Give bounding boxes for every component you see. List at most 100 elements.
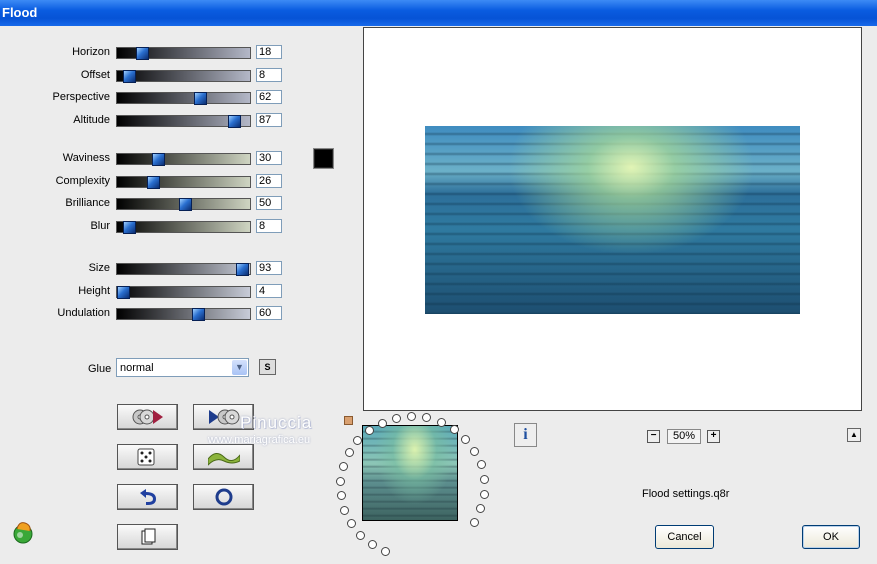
zoom-level: 50% [667, 429, 701, 444]
dial-dot[interactable] [356, 530, 366, 540]
horizon-slider[interactable] [116, 47, 251, 60]
size-slider[interactable] [116, 263, 251, 276]
navigator-handle[interactable] [344, 416, 353, 425]
horizon-value-field[interactable]: 18 [256, 45, 282, 59]
glue-select[interactable]: normal ▼ [116, 358, 249, 377]
window-title: Flood [2, 5, 38, 20]
altitude-slider-thumb[interactable] [227, 114, 241, 128]
ring-icon [215, 488, 233, 506]
filter-logo-icon [13, 522, 33, 544]
complexity-slider[interactable] [116, 175, 251, 189]
brilliance-slider-thumb[interactable] [178, 198, 192, 211]
perspective-value-field[interactable]: 62 [256, 90, 282, 104]
horizon-slider-thumb[interactable] [135, 47, 149, 60]
waviness-label: Waviness [62, 152, 110, 164]
load-preset-button[interactable] [117, 404, 178, 430]
offset-value-field[interactable]: 8 [256, 67, 282, 82]
dial-dot[interactable] [392, 413, 401, 423]
zoom-in-button[interactable]: + [707, 430, 720, 443]
horizon-label: Horizon [72, 46, 110, 58]
zoom-out-button[interactable]: − [647, 430, 660, 443]
brilliance-label: Brilliance [65, 197, 110, 209]
height-value-field[interactable]: 4 [256, 283, 282, 298]
dial-dot[interactable] [338, 462, 348, 472]
dial-dot[interactable] [470, 446, 480, 456]
dial-dot[interactable] [340, 505, 350, 515]
blur-slider-thumb[interactable] [122, 220, 136, 234]
ok-button[interactable]: OK [802, 525, 860, 549]
blur-value-field[interactable]: 8 [256, 218, 282, 233]
color-swatch[interactable] [313, 148, 334, 169]
altitude-value-field[interactable]: 87 [256, 112, 282, 127]
waviness-slider[interactable] [116, 153, 251, 166]
waviness-value-field[interactable]: 30 [256, 151, 282, 165]
perspective-slider-thumb[interactable] [194, 92, 208, 105]
preview-pane[interactable] [363, 27, 862, 411]
settings-filename: Flood settings.q8r [642, 488, 730, 500]
undo-button[interactable] [117, 484, 178, 510]
size-label: Size [88, 262, 110, 274]
preview-image [425, 126, 800, 314]
watermark-name: Pinuccia [240, 413, 313, 432]
dial-dot[interactable] [476, 460, 486, 470]
play-disk-icon [209, 409, 240, 425]
perspective-label: Perspective [52, 91, 110, 103]
dial-dot[interactable] [479, 489, 489, 499]
dial-dot[interactable] [336, 491, 346, 501]
cancel-button[interactable]: Cancel [655, 525, 714, 549]
offset-slider-thumb[interactable] [122, 69, 136, 83]
altitude-label: Altitude [73, 113, 110, 126]
randomize-button[interactable] [117, 444, 178, 470]
wave-button[interactable] [193, 444, 254, 470]
blur-label: Blur [90, 219, 110, 232]
complexity-slider-thumb[interactable] [146, 175, 160, 189]
watermark-url: www.mariagrafica.eu [208, 434, 311, 446]
dial-dot[interactable] [344, 448, 354, 458]
dial-dot[interactable] [469, 517, 479, 527]
dial-dot[interactable] [368, 540, 378, 550]
title-bar: Flood [0, 0, 877, 26]
size-slider-thumb[interactable] [235, 263, 249, 276]
size-value-field[interactable]: 93 [256, 261, 282, 275]
dial-dot[interactable] [346, 519, 356, 529]
navigator-thumbnail[interactable] [362, 425, 458, 521]
dial-dot[interactable] [479, 474, 489, 484]
glue-s-button[interactable]: S [259, 359, 276, 375]
dial-dot[interactable] [377, 418, 387, 428]
dialog-body: Horizon 18 Offset 8 Perspective 62 Altitude 87 W… [0, 26, 877, 564]
chevron-down-icon[interactable]: ▼ [232, 360, 247, 375]
dial-dot[interactable] [407, 412, 417, 421]
height-slider-thumb[interactable] [117, 285, 131, 299]
glue-value: normal [120, 362, 154, 374]
altitude-slider[interactable] [116, 114, 251, 128]
brilliance-slider[interactable] [116, 198, 251, 211]
dial-dot[interactable] [422, 413, 432, 423]
perspective-slider[interactable] [116, 92, 251, 105]
collapse-button[interactable]: ▲ [847, 428, 861, 442]
waviness-slider-thumb[interactable] [151, 153, 165, 166]
undo-arrow-icon [140, 489, 156, 505]
brilliance-value-field[interactable]: 50 [256, 196, 282, 210]
info-button[interactable]: i [514, 423, 537, 447]
disk-play-icon [132, 409, 163, 425]
dial-dot[interactable] [336, 476, 346, 486]
dial-dot[interactable] [436, 417, 446, 427]
complexity-value-field[interactable]: 26 [256, 173, 282, 188]
wave-icon [208, 453, 240, 466]
glue-label: Glue [88, 363, 112, 375]
dial-dot[interactable] [381, 547, 391, 557]
height-slider[interactable] [116, 285, 251, 299]
undulation-slider[interactable] [116, 308, 251, 321]
dial-dot[interactable] [461, 434, 471, 444]
dial-dot[interactable] [364, 426, 374, 436]
copy-button[interactable] [117, 524, 178, 550]
offset-slider[interactable] [116, 69, 251, 83]
offset-label: Offset [80, 68, 110, 81]
copy-icon [141, 528, 156, 545]
blur-slider[interactable] [116, 220, 251, 234]
complexity-label: Complexity [55, 174, 110, 187]
undulation-slider-thumb[interactable] [191, 308, 205, 321]
reset-button[interactable] [193, 484, 254, 510]
dial-dot[interactable] [476, 504, 486, 514]
undulation-value-field[interactable]: 60 [256, 306, 282, 320]
